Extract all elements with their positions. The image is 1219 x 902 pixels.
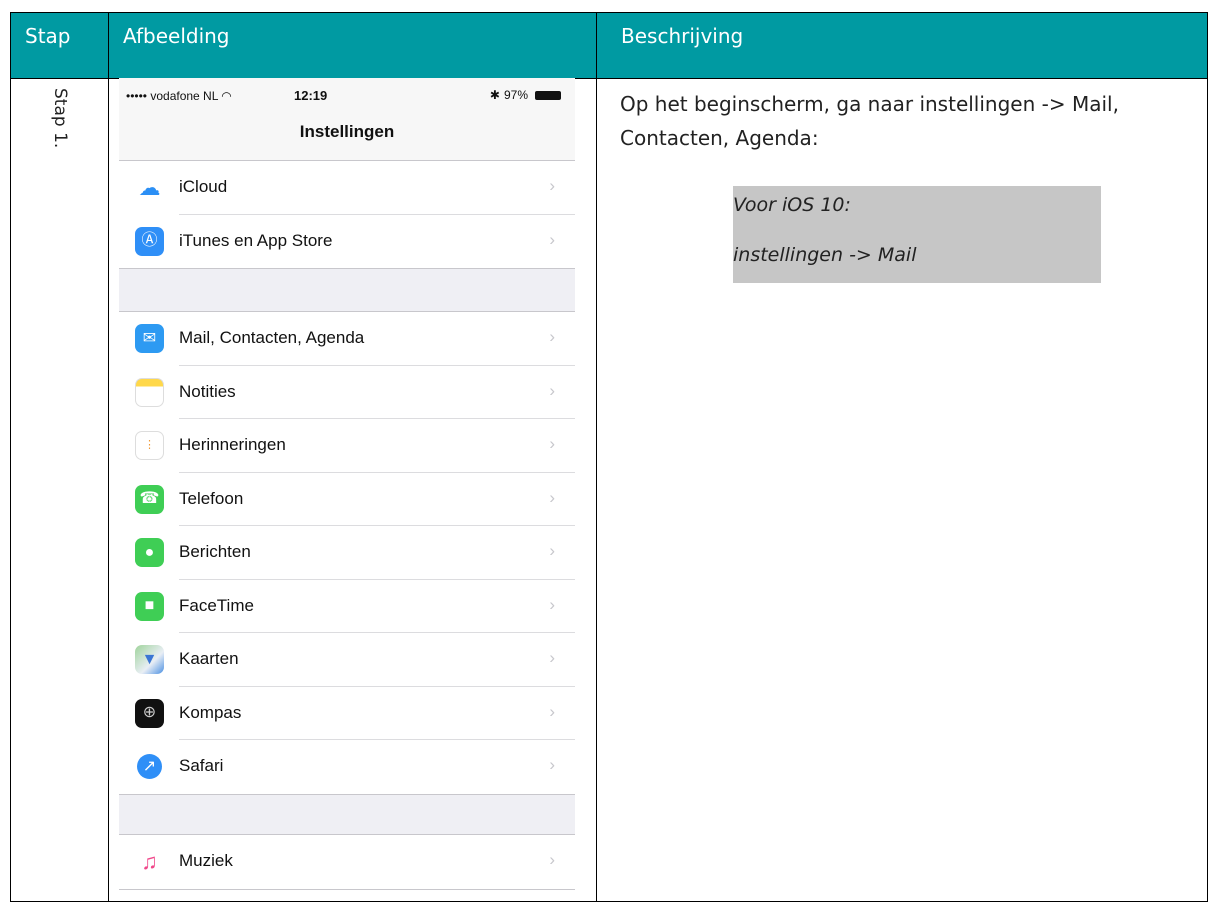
wifi-icon: ◠	[221, 89, 232, 103]
chevron-right-icon: ›	[549, 594, 555, 614]
settings-item-herinneringen[interactable]: ⋮ Herinneringen ›	[119, 419, 575, 473]
page-title: Instellingen	[299, 122, 395, 141]
settings-item-facetime[interactable]: ■ FaceTime ›	[119, 580, 575, 633]
icloud-icon: ☁	[138, 174, 161, 200]
column-divider	[596, 13, 597, 901]
settings-item-telefoon[interactable]: ☎ Telefoon ›	[119, 473, 575, 526]
chevron-right-icon: ›	[549, 380, 555, 400]
chevron-right-icon: ›	[549, 648, 555, 667]
settings-item-mail[interactable]: ✉ Mail, Contacten, Agenda ›	[119, 312, 575, 366]
compass-icon: ⊕	[135, 698, 164, 728]
safari-icon: ↗	[137, 754, 162, 779]
table-header: Stap Afbeelding Beschrijving	[11, 13, 1207, 78]
status-bar: ••••• vodafone NL ◠ 12:19 ✱ 97%	[119, 78, 575, 108]
carrier: ••••• vodafone NL ◠	[126, 89, 232, 103]
chevron-right-icon: ›	[549, 487, 555, 507]
mail-icon: ✉	[135, 324, 164, 353]
ios-settings-screenshot: ••••• vodafone NL ◠ 12:19 ✱ 97% Instelli…	[119, 78, 575, 890]
chevron-right-icon: ›	[549, 701, 555, 721]
status-right: ✱ 97%	[490, 88, 561, 102]
battery-percent: 97%	[503, 88, 528, 102]
settings-item-icloud[interactable]: ☁ iCloud ›	[119, 161, 575, 215]
phone-icon: ☎	[135, 484, 164, 514]
header-afbeelding: Afbeelding	[123, 24, 230, 48]
chevron-right-icon: ›	[549, 850, 555, 869]
notes-icon	[135, 377, 164, 407]
battery-icon	[535, 90, 561, 100]
note-line-2: instellingen -> Mail	[733, 244, 917, 266]
settings-group-3: ♫ Muziek ›	[119, 834, 575, 890]
header-stap: Stap	[25, 24, 71, 48]
chevron-right-icon: ›	[549, 541, 555, 560]
chevron-right-icon: ›	[549, 176, 555, 195]
reminders-icon: ⋮	[135, 431, 164, 460]
chevron-right-icon: ›	[549, 434, 555, 453]
clock: 12:19	[294, 88, 328, 103]
settings-item-safari[interactable]: ↗ Safari ›	[119, 740, 575, 794]
bluetooth-icon: ✱	[489, 88, 500, 102]
step-label: Stap 1.	[50, 88, 70, 149]
note-line-1: Voor iOS 10:	[733, 194, 851, 216]
step-description: Op het beginscherm, ga naar instellingen…	[620, 92, 1119, 150]
column-divider	[108, 13, 109, 901]
maps-icon: ▼	[135, 645, 164, 674]
music-icon: ♫	[141, 848, 158, 874]
app-store-icon: Ⓐ	[135, 226, 164, 256]
facetime-icon: ■	[135, 591, 164, 621]
chevron-right-icon: ›	[549, 327, 555, 346]
chevron-right-icon: ›	[549, 755, 555, 774]
ios10-note: Voor iOS 10: instellingen -> Mail	[733, 186, 1101, 283]
settings-item-itunes[interactable]: Ⓐ iTunes en App Store ›	[119, 215, 575, 269]
settings-group-1: ☁ iCloud › Ⓐ iTunes en App Store ›	[119, 160, 575, 269]
chevron-right-icon: ›	[549, 229, 555, 249]
settings-item-kompas[interactable]: ⊕ Kompas ›	[119, 687, 575, 740]
settings-item-kaarten[interactable]: ▼ Kaarten ›	[119, 633, 575, 687]
settings-item-berichten[interactable]: ● Berichten ›	[119, 526, 575, 580]
header-beschrijving: Beschrijving	[621, 24, 744, 48]
nav-bar: Instellingen	[119, 108, 575, 161]
messages-icon: ●	[135, 538, 164, 567]
settings-item-muziek[interactable]: ♫ Muziek ›	[119, 835, 575, 889]
settings-group-2: ✉ Mail, Contacten, Agenda › Notities › ⋮…	[119, 311, 575, 795]
settings-item-notities[interactable]: Notities ›	[119, 366, 575, 419]
